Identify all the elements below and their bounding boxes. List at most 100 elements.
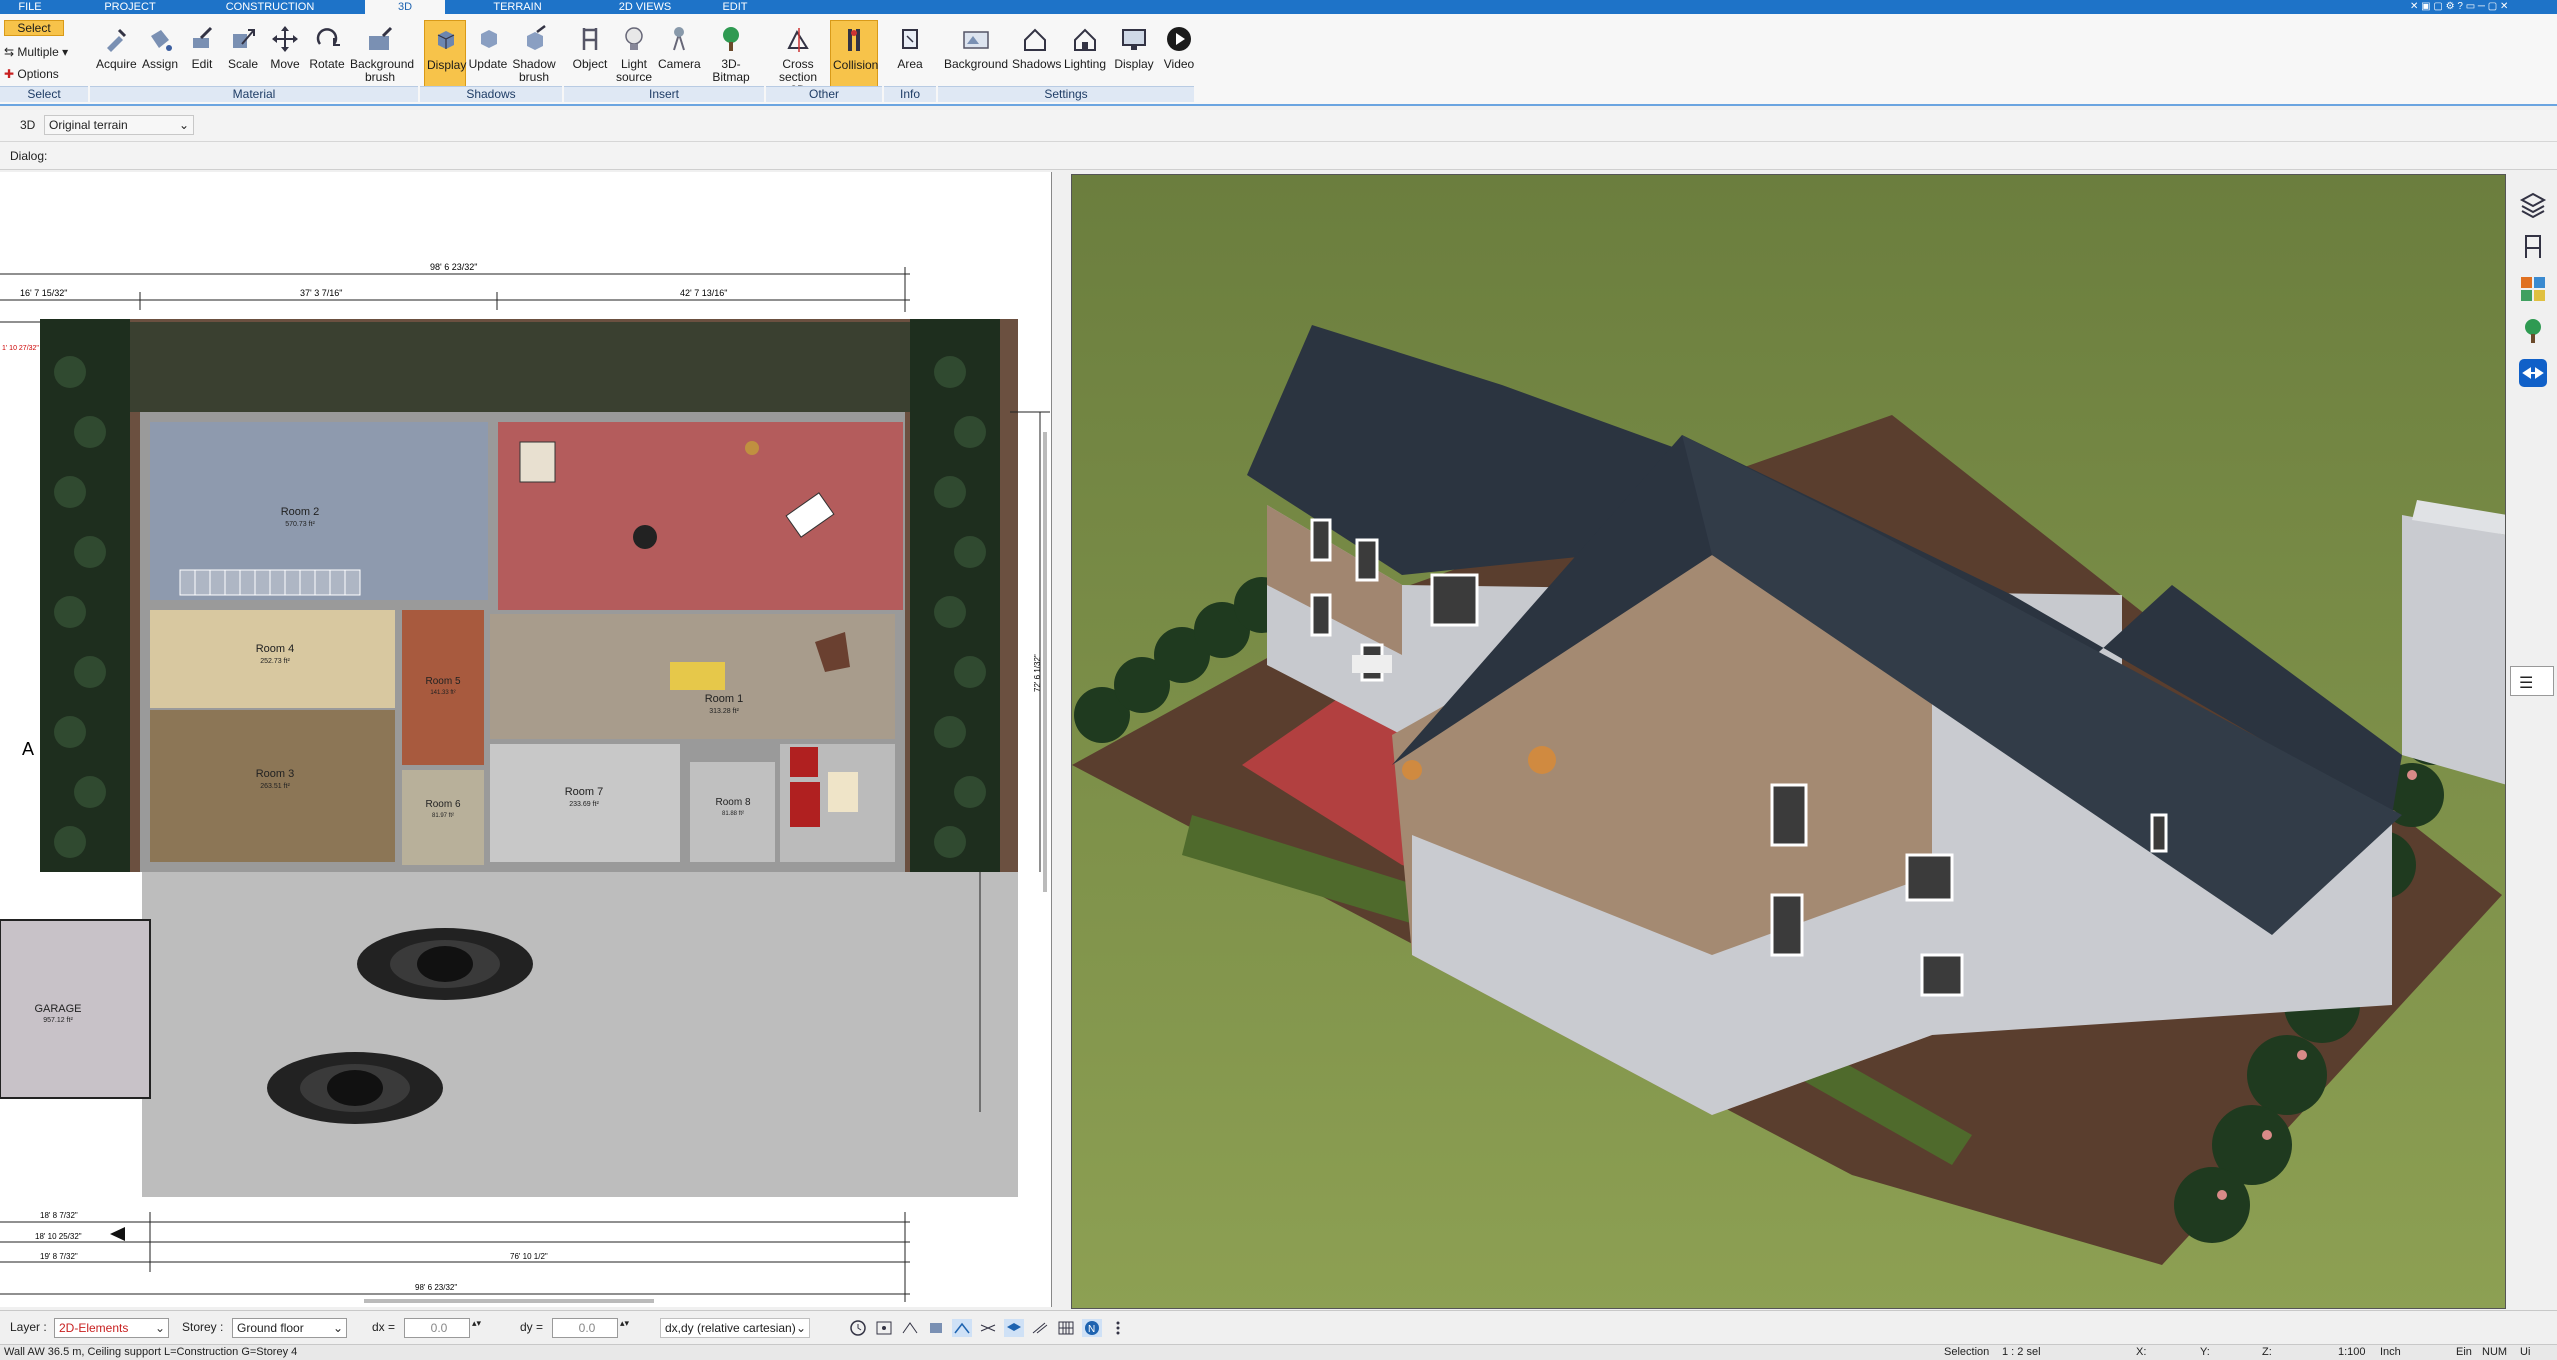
- tab-2d-views[interactable]: 2D VIEWS: [605, 0, 685, 14]
- teamviewer-icon[interactable]: [2518, 358, 2548, 388]
- storey-select[interactable]: Ground floor ⌄: [232, 1318, 347, 1338]
- tab-file[interactable]: FILE: [8, 0, 52, 14]
- floor-plan-view[interactable]: 98' 6 23/32" 37' 3 7/16" 42' 7 13/16" 16…: [0, 172, 1052, 1307]
- bed: [828, 772, 858, 812]
- 3d-scene[interactable]: [1072, 175, 2506, 1309]
- ortho-icon[interactable]: [978, 1319, 998, 1337]
- rotate-label: Rotate: [309, 57, 345, 71]
- video-label: Video: [1163, 57, 1195, 71]
- multiple-dropdown[interactable]: ⇆ Multiple ▾: [4, 44, 68, 60]
- select-button[interactable]: Select: [4, 20, 64, 36]
- multiple-label: Multiple: [17, 45, 59, 59]
- 3d-view[interactable]: [1071, 174, 2506, 1309]
- room-5-area: 141.33 ft²: [430, 690, 455, 696]
- background-label: Background: [944, 57, 1009, 71]
- car-top: [357, 928, 533, 1000]
- snap-icon[interactable]: [874, 1319, 894, 1337]
- cross-section-icon: [787, 28, 809, 52]
- hatch-icon[interactable]: [1030, 1319, 1050, 1337]
- room-3-area: 263.51 ft²: [260, 783, 290, 790]
- brush-edit-icon: [193, 26, 213, 48]
- dy-value: 0.0: [578, 1321, 596, 1335]
- paint-bucket-icon: [151, 30, 172, 51]
- multiple-icon: ⇆: [4, 45, 18, 59]
- update-label: Update: [468, 57, 508, 71]
- collision-icon: [848, 29, 860, 51]
- selection-value: 1 : 2 sel: [2002, 1346, 2041, 1358]
- chevron-down-icon: ⌄: [154, 1321, 165, 1335]
- tab-construction[interactable]: CONSTRUCTION: [210, 0, 330, 14]
- room-1-area: 313.28 ft²: [709, 708, 739, 715]
- scale-label: Scale: [227, 57, 259, 71]
- dim-bottom-b: 18' 10 25/32": [35, 1232, 82, 1241]
- vertical-scrollbar[interactable]: [1043, 432, 1047, 892]
- group-label-select: Select: [0, 86, 88, 102]
- ein-indicator: Ein: [2456, 1346, 2472, 1358]
- object-snap-icon[interactable]: [926, 1319, 946, 1337]
- layer-select[interactable]: 2D-Elements ⌄: [54, 1318, 169, 1338]
- layer-label: Layer :: [10, 1320, 47, 1334]
- group-label-insert: Insert: [564, 86, 764, 102]
- quick-tools-icon[interactable]: ✕ ▣ ▢ ⚙ ? ▭ ─ ▢ ✕: [2410, 1, 2508, 13]
- dy-stepper-icon[interactable]: ▴▾: [620, 1318, 629, 1329]
- terrain-value: Original terrain: [49, 118, 128, 132]
- z-coord-label: Z:: [2262, 1346, 2272, 1358]
- dim-top-edge: 16' 7 15/32": [20, 288, 67, 298]
- tab-project[interactable]: PROJECT: [100, 0, 160, 14]
- right-tool-panel: ☰: [2508, 172, 2557, 1307]
- status-message: Wall AW 36.5 m, Ceiling support L=Constr…: [4, 1346, 298, 1358]
- car-bottom: [267, 1052, 443, 1124]
- patio-round-table: [1528, 746, 1556, 774]
- north-toggle-icon[interactable]: N: [1082, 1319, 1102, 1337]
- dining-table: [670, 662, 725, 690]
- background-icon: [963, 31, 989, 49]
- plants-tree-icon[interactable]: [2518, 316, 2548, 346]
- x-coord-label: X:: [2136, 1346, 2147, 1358]
- layers-toggle-icon[interactable]: [1004, 1319, 1024, 1337]
- patio-table: [1352, 655, 1392, 673]
- horizontal-scrollbar[interactable]: [364, 1299, 654, 1303]
- dx-input[interactable]: 0.0: [404, 1318, 470, 1338]
- status-bar: Layer : 2D-Elements ⌄ Storey : Ground fl…: [0, 1310, 2557, 1344]
- edit-label: Edit: [191, 57, 213, 71]
- grid-icon[interactable]: [1056, 1319, 1076, 1337]
- materials-palette-icon[interactable]: [2518, 274, 2548, 304]
- acquire-label: Acquire: [96, 57, 137, 71]
- collision-label: Collision: [833, 58, 879, 72]
- assign-label: Assign: [141, 57, 179, 71]
- room-4-area: 252.73 ft²: [260, 658, 290, 665]
- house-light-icon: [1074, 28, 1096, 51]
- ui-indicator: Ui: [2520, 1346, 2531, 1358]
- clock-icon[interactable]: [848, 1319, 868, 1337]
- snap-points-icon[interactable]: [900, 1319, 920, 1337]
- layers-icon[interactable]: [2518, 190, 2548, 220]
- storey-value: Ground floor: [237, 1321, 304, 1335]
- dim-bottom-mid: 76' 10 1/2": [510, 1252, 548, 1261]
- dy-input[interactable]: 0.0: [552, 1318, 618, 1338]
- plus-icon: ✚: [4, 67, 18, 81]
- dy-label: dy =: [520, 1320, 544, 1334]
- tab-terrain[interactable]: TERRAIN: [480, 0, 555, 14]
- room-2-name: Room 2: [281, 506, 320, 518]
- section-marker-icon: A: [22, 739, 34, 759]
- tab-edit[interactable]: EDIT: [715, 0, 755, 14]
- furniture-chair-icon[interactable]: [2518, 232, 2548, 262]
- more-options-icon[interactable]: [1108, 1319, 1128, 1337]
- panel-handle[interactable]: ☰: [2510, 666, 2554, 696]
- coordinate-mode-value: dx,dy (relative cartesian): [665, 1321, 796, 1335]
- angle-snap-icon[interactable]: [952, 1319, 972, 1337]
- move-label: Move: [270, 57, 300, 71]
- dx-stepper-icon[interactable]: ▴▾: [472, 1318, 481, 1329]
- top-dimension-lines: [0, 267, 910, 323]
- rotate-icon: [316, 28, 340, 46]
- terrace-floor: [498, 422, 903, 610]
- floor-plan-canvas[interactable]: 98' 6 23/32" 37' 3 7/16" 42' 7 13/16" 16…: [0, 172, 1052, 1307]
- terrain-select[interactable]: Original terrain ⌄: [44, 115, 194, 135]
- svg-text:N: N: [1088, 1324, 1095, 1335]
- options-button[interactable]: ✚ Options: [4, 66, 59, 82]
- tree-icon: [723, 27, 739, 51]
- tab-3d[interactable]: 3D: [365, 0, 445, 14]
- room-6-name: Room 6: [425, 799, 460, 810]
- coordinate-mode-select[interactable]: dx,dy (relative cartesian) ⌄: [660, 1318, 810, 1338]
- room-4-name: Room 4: [256, 643, 295, 655]
